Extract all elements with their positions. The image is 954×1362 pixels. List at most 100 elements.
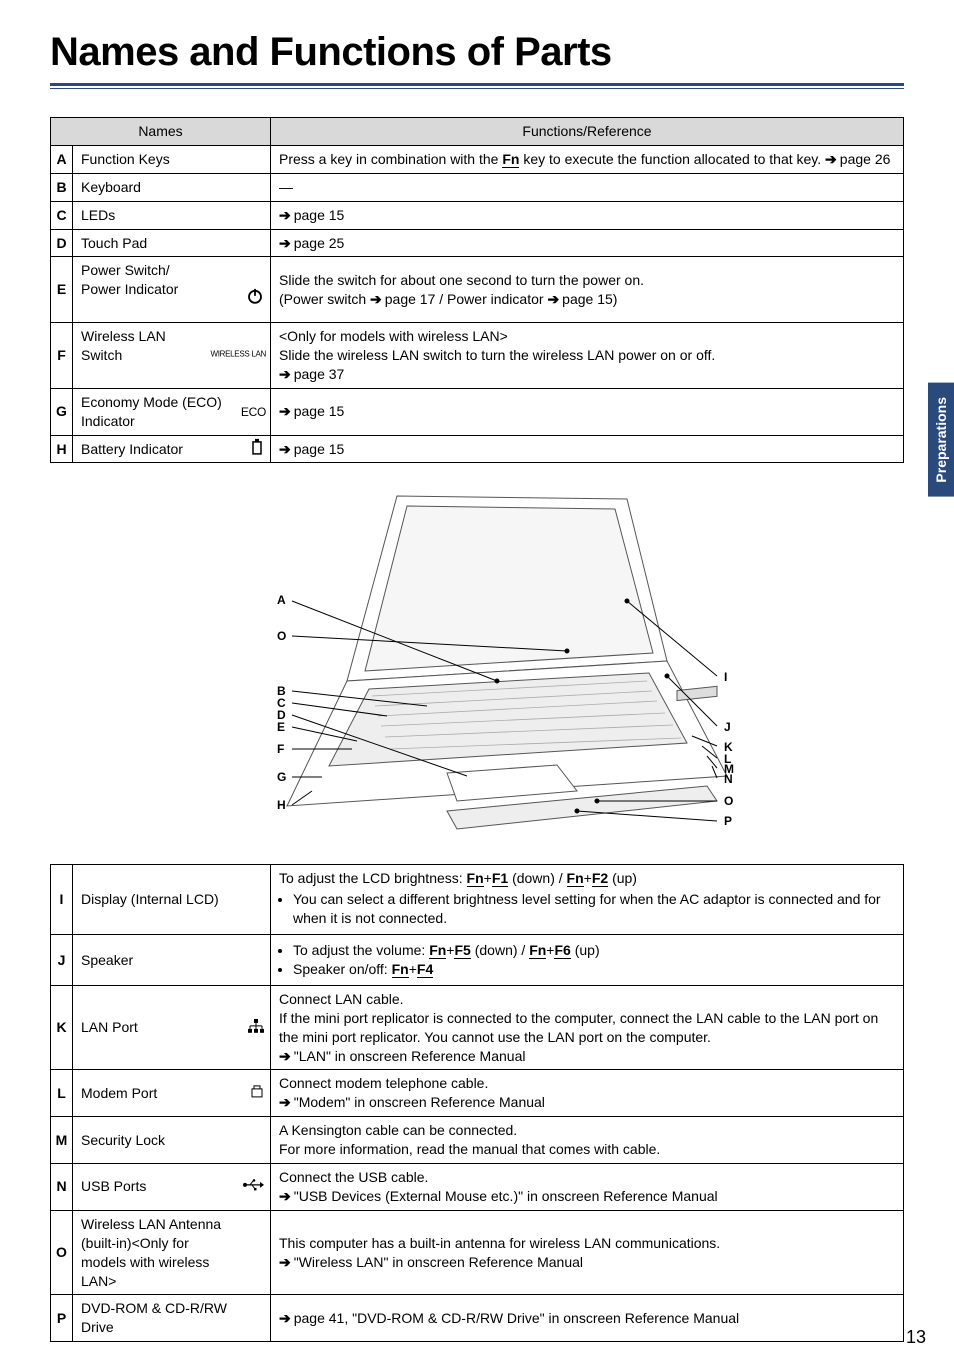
title-underline <box>50 83 904 89</box>
page-ref: "LAN" in onscreen Reference Manual <box>294 1048 526 1064</box>
table-row: K LAN Port Connect LAN cable. If the min… <box>51 985 904 1070</box>
row-index: E <box>51 257 73 323</box>
text: Connect modem telephone cable. <box>279 1075 488 1091</box>
table-row: E Power Switch/ Power Indicator Slide th… <box>51 257 904 323</box>
text: Connect LAN cable. <box>279 991 404 1007</box>
text: (up) <box>608 870 637 886</box>
row-function: A Kensington cable can be connected. For… <box>271 1117 904 1164</box>
page-ref-arrow <box>279 366 294 382</box>
row-index: J <box>51 935 73 986</box>
page-ref-arrow <box>279 441 294 457</box>
row-name: Speaker <box>73 935 271 986</box>
text: For more information, read the manual th… <box>279 1141 660 1157</box>
row-name: Display (Internal LCD) <box>73 865 271 935</box>
diagram-letter: A <box>277 593 286 607</box>
diagram-letter: P <box>724 814 732 828</box>
fn-key: F1 <box>492 870 508 887</box>
row-function: To adjust the LCD brightness: Fn+F1 (dow… <box>271 865 904 935</box>
page-ref: page 15 <box>562 291 613 307</box>
text: LAN Port <box>81 1019 138 1035</box>
text: Press a key in combination with the <box>279 151 502 167</box>
row-name: Function Keys <box>73 145 271 173</box>
text: <Only for models with wireless LAN> <box>279 328 508 344</box>
row-name: LAN Port <box>73 985 271 1070</box>
diagram-letter: E <box>277 720 285 734</box>
row-name: Battery Indicator <box>73 435 271 463</box>
row-name: Modem Port <box>73 1070 271 1117</box>
fn-key: Fn <box>529 942 546 959</box>
page-ref: "Wireless LAN" in onscreen Reference Man… <box>294 1254 583 1270</box>
diagram-letter: F <box>277 742 284 756</box>
row-index: K <box>51 985 73 1070</box>
row-name: Wireless LAN Antenna (built-in)<Only for… <box>73 1210 271 1295</box>
row-index: A <box>51 145 73 173</box>
text: (down) / <box>508 870 566 886</box>
page-title: Names and Functions of Parts <box>50 30 904 75</box>
page-ref-arrow <box>279 1094 294 1110</box>
row-function: To adjust the volume: Fn+F5 (down) / Fn+… <box>271 935 904 986</box>
row-name: Wireless LAN Switch WIRELESS LAN <box>73 323 271 389</box>
diagram-letter: O <box>724 794 733 808</box>
page-number: 13 <box>906 1327 926 1348</box>
table-row: G Economy Mode (ECO) Indicator ECO page … <box>51 388 904 435</box>
row-index: C <box>51 201 73 229</box>
text: key to execute the function allocated to… <box>519 151 825 167</box>
table-row: N USB Ports Connect the USB cable. "USB … <box>51 1164 904 1211</box>
row-function: page 15 <box>271 435 904 463</box>
text: Slide the wireless LAN switch to turn th… <box>279 347 715 363</box>
row-index: L <box>51 1070 73 1117</box>
fn-key: Fn <box>467 870 484 887</box>
row-function: This computer has a built-in antenna for… <box>271 1210 904 1295</box>
page-ref-arrow <box>279 1188 294 1204</box>
table-row: I Display (Internal LCD) To adjust the L… <box>51 865 904 935</box>
row-index: D <box>51 229 73 257</box>
fn-key: F6 <box>554 942 570 959</box>
row-function: Slide the switch for about one second to… <box>271 257 904 323</box>
table-bottom: I Display (Internal LCD) To adjust the L… <box>50 864 904 1342</box>
page-ref-arrow <box>279 207 294 223</box>
diagram-letter: N <box>724 772 733 786</box>
bullet: Speaker on/off: Fn+F4 <box>293 960 895 979</box>
text: Speaker on/off: <box>293 961 392 977</box>
page-ref-arrow <box>370 291 385 307</box>
row-index: O <box>51 1210 73 1295</box>
table-top: Names Functions/Reference A Function Key… <box>50 117 904 463</box>
text: Power Switch/ Power Indicator <box>81 262 178 297</box>
row-index: F <box>51 323 73 389</box>
table-row: B Keyboard — <box>51 173 904 201</box>
page-ref-arrow <box>279 403 294 419</box>
text: If the mini port replicator is connected… <box>279 1010 878 1045</box>
text: To adjust the volume: <box>293 942 429 958</box>
bullet: To adjust the volume: Fn+F5 (down) / Fn+… <box>293 941 895 960</box>
row-function: Connect LAN cable. If the mini port repl… <box>271 985 904 1070</box>
diagram-letter: O <box>277 629 286 643</box>
table-row: L Modem Port Connect modem telephone cab… <box>51 1070 904 1117</box>
page-ref-arrow <box>279 1048 294 1064</box>
page-ref: page 15 <box>294 441 345 457</box>
text: This computer has a built-in antenna for… <box>279 1235 720 1251</box>
table-row: C LEDs page 15 <box>51 201 904 229</box>
row-name: Keyboard <box>73 173 271 201</box>
row-function: Connect the USB cable. "USB Devices (Ext… <box>271 1164 904 1211</box>
table-row: J Speaker To adjust the volume: Fn+F5 (d… <box>51 935 904 986</box>
diagram-letter: H <box>277 798 286 812</box>
table-row: A Function Keys Press a key in combinati… <box>51 145 904 173</box>
fn-key: Fn <box>502 151 519 168</box>
text: Battery Indicator <box>81 441 183 457</box>
modem-icon <box>250 1084 264 1102</box>
row-function: page 15 <box>271 201 904 229</box>
power-icon <box>246 271 264 309</box>
row-function: <Only for models with wireless LAN> Slid… <box>271 323 904 389</box>
page-ref: page 15 <box>294 403 345 419</box>
row-name: USB Ports <box>73 1164 271 1211</box>
text: Connect the USB cable. <box>279 1169 428 1185</box>
row-function: Connect modem telephone cable. "Modem" i… <box>271 1070 904 1117</box>
page-ref-arrow <box>279 1254 294 1270</box>
page-ref-arrow <box>547 291 562 307</box>
page-ref: "Modem" in onscreen Reference Manual <box>294 1094 545 1110</box>
text: Wireless LAN Switch <box>81 328 166 363</box>
fn-key: F2 <box>592 870 608 887</box>
page-container: Names and Functions of Parts Names Funct… <box>0 0 954 1362</box>
row-index: I <box>51 865 73 935</box>
header-names: Names <box>51 118 271 146</box>
